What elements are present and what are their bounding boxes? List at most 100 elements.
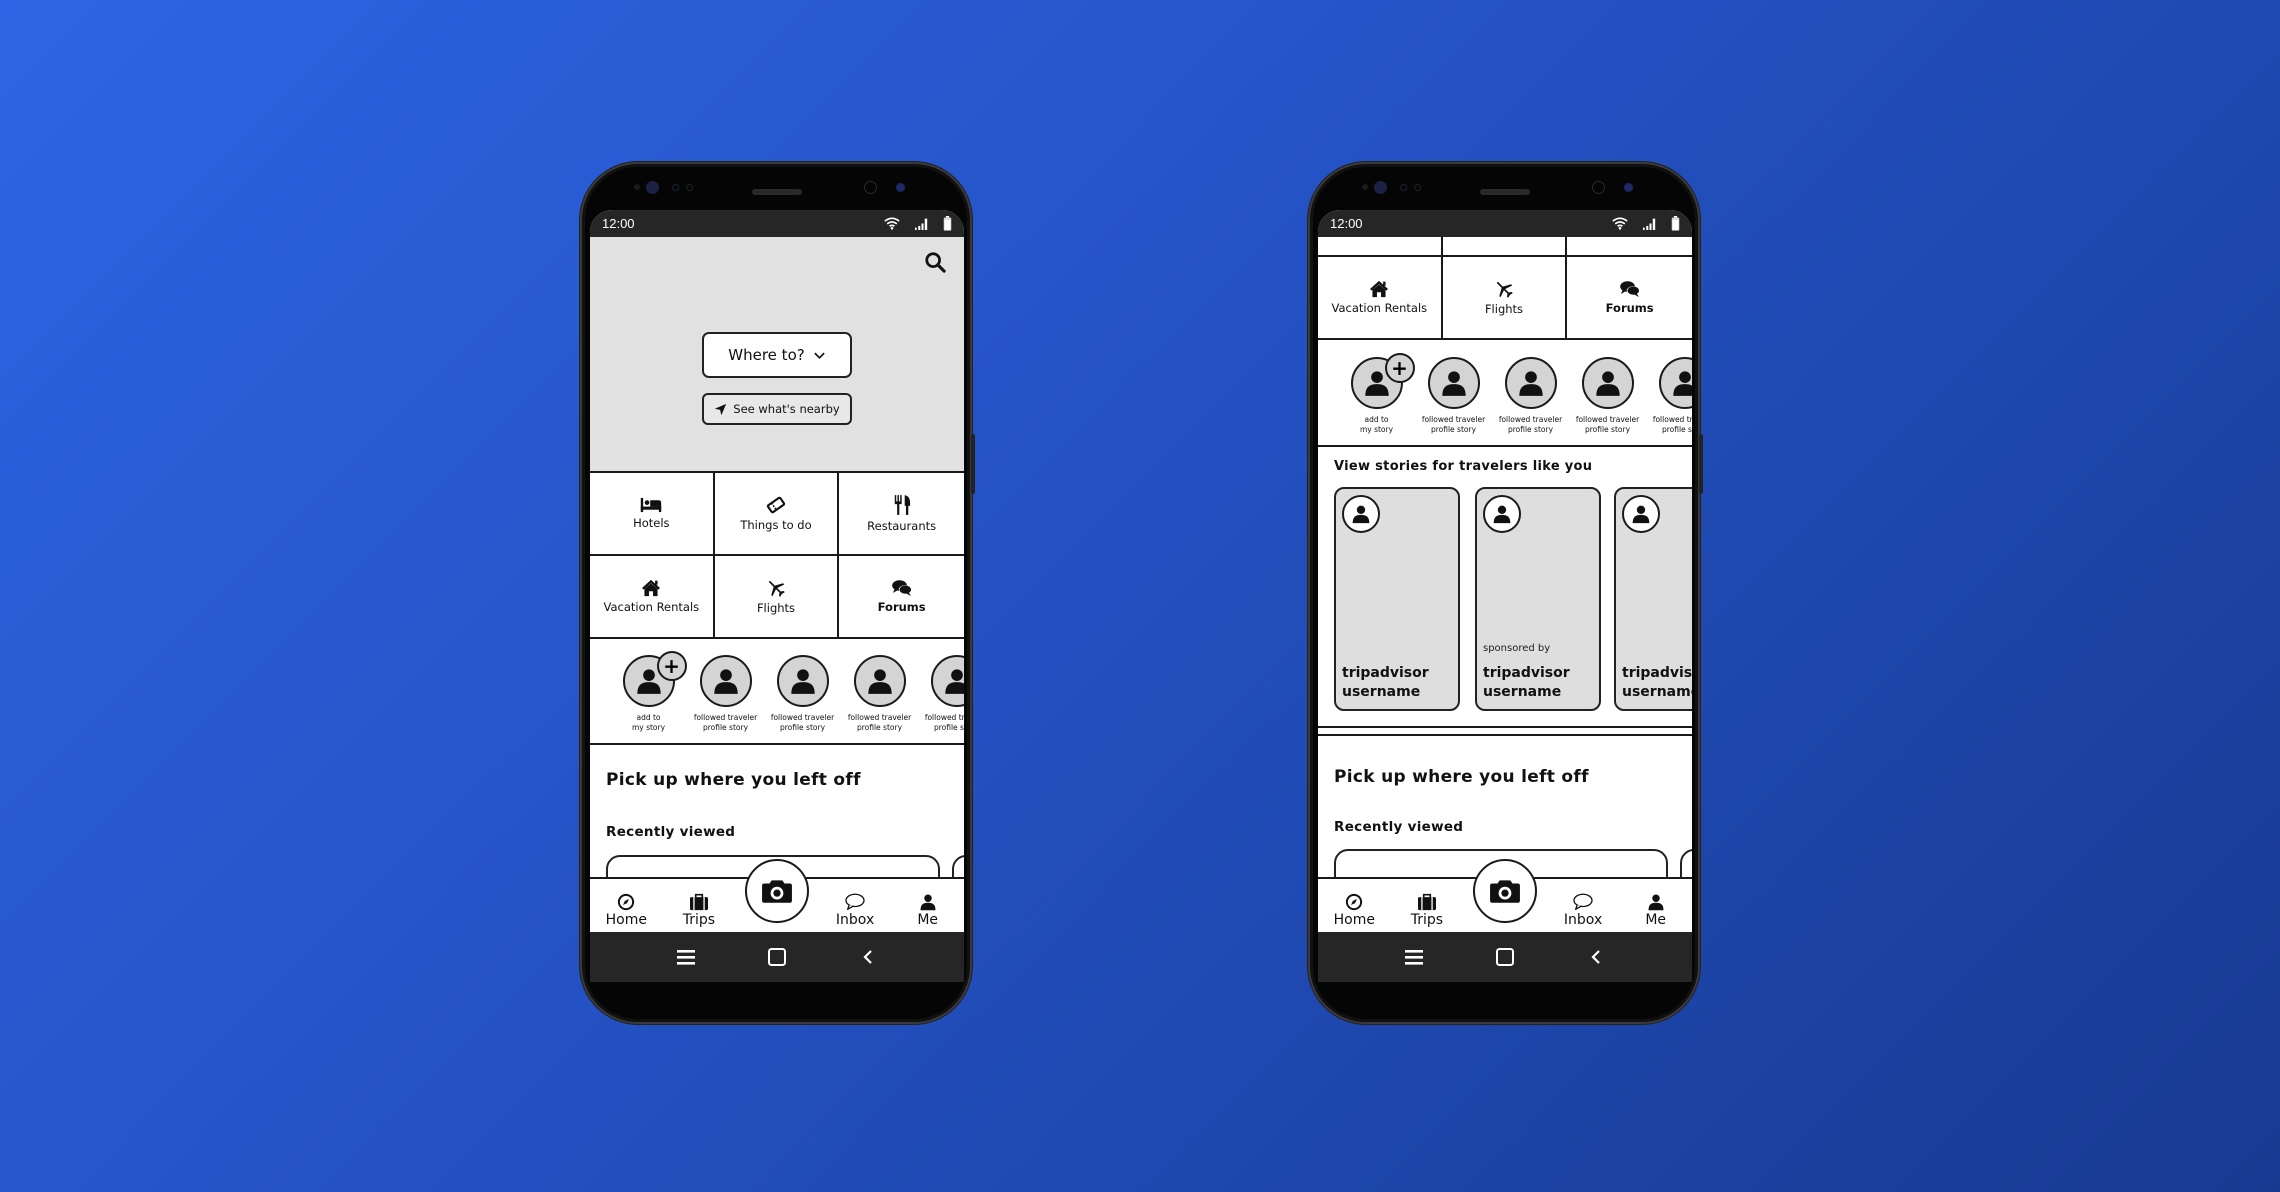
tab-home[interactable]: Home	[1318, 893, 1391, 928]
see-nearby-button[interactable]: See what's nearby	[702, 393, 852, 425]
avatar	[930, 655, 965, 707]
wifi-icon	[1612, 217, 1628, 230]
category-flights[interactable]: Flights	[1442, 257, 1568, 340]
category-vacation-rentals[interactable]: Vacation Rentals	[1318, 257, 1443, 340]
pick-up-heading: Pick up where you left off	[1334, 767, 1589, 787]
chevron-down-icon	[813, 350, 826, 360]
back-button[interactable]	[1581, 942, 1611, 972]
phone-notch	[582, 176, 970, 204]
recently-viewed-card[interactable]	[1680, 849, 1692, 877]
person-icon	[712, 667, 740, 695]
camera-icon	[761, 878, 793, 904]
tab-inbox[interactable]: Inbox	[1547, 893, 1620, 928]
where-to-dropdown[interactable]: Where to?	[702, 332, 852, 378]
recent-apps-button[interactable]	[1399, 942, 1429, 972]
iris-camera-icon	[864, 181, 877, 194]
pick-up-heading: Pick up where you left off	[606, 770, 861, 790]
home-square-icon	[1495, 947, 1515, 967]
add-story-button[interactable]: + add to my story	[610, 651, 687, 743]
tab-trips[interactable]: Trips	[663, 893, 736, 928]
front-camera-icon	[1374, 181, 1387, 194]
front-camera-icon	[646, 181, 659, 194]
traveler-story-card[interactable]: tripadvisor username	[1334, 487, 1460, 711]
category-forums[interactable]: Forums	[839, 556, 964, 639]
camera-button[interactable]	[745, 859, 809, 923]
bed-icon	[640, 497, 662, 513]
category-label: Vacation Rentals	[1331, 301, 1428, 315]
story-username: tripadvisor username	[1342, 664, 1429, 701]
search-button[interactable]	[924, 251, 950, 277]
phone-screen: 12:00 Where to? See what's nearby Hotels…	[590, 210, 964, 982]
sensor-icon	[686, 184, 693, 191]
tab-trips[interactable]: Trips	[1391, 893, 1464, 928]
story-item[interactable]: followed traveler profile story	[1492, 357, 1569, 445]
add-story-button[interactable]: + add to my story	[1338, 353, 1415, 445]
suitcase-icon	[689, 893, 709, 911]
phone-mockup-right: 12:00 Vacation Rentals Flights Forums + …	[1308, 162, 1703, 1024]
chat-bubbles-icon	[891, 579, 913, 597]
category-forums[interactable]: Forums	[1567, 257, 1692, 340]
speaker-grille	[752, 189, 802, 195]
category-restaurants[interactable]	[1567, 237, 1692, 257]
chat-icon	[844, 893, 866, 911]
tab-label: Home	[1333, 912, 1375, 928]
person-icon	[919, 893, 937, 911]
category-things-to-do[interactable]: Things to do	[714, 473, 840, 556]
plane-icon	[766, 578, 786, 598]
recently-viewed-heading: Recently viewed	[1334, 819, 1464, 835]
plus-icon: +	[656, 651, 687, 681]
story-item[interactable]: followed traveler profile story	[1415, 357, 1492, 445]
battery-icon	[1671, 216, 1680, 231]
chat-icon	[1572, 893, 1594, 911]
house-icon	[1369, 280, 1389, 298]
story-label: followed traveler profile story	[1421, 415, 1486, 435]
person-icon	[943, 667, 965, 695]
story-item[interactable]: followed traveler profile story	[841, 655, 918, 743]
section-divider	[1318, 734, 1692, 736]
plane-icon	[1494, 279, 1514, 299]
back-button[interactable]	[853, 942, 883, 972]
category-hotels[interactable]: Hotels	[590, 473, 715, 556]
iris-camera-icon	[1592, 181, 1605, 194]
sensor-icon	[634, 184, 640, 190]
category-things-to-do[interactable]	[1442, 237, 1568, 257]
recently-viewed-heading: Recently viewed	[606, 824, 736, 840]
status-time: 12:00	[1330, 216, 1363, 231]
home-button[interactable]	[762, 942, 792, 972]
back-icon	[858, 947, 878, 967]
category-label: Forums	[877, 600, 926, 614]
story-item[interactable]: followed traveler profile story	[1569, 357, 1646, 445]
sensor-icon	[1414, 184, 1421, 191]
tab-me[interactable]: Me	[1619, 893, 1692, 928]
category-restaurants[interactable]: Restaurants	[839, 473, 964, 556]
story-username: tripadvisor username	[1483, 664, 1570, 701]
story-item[interactable]: followed traveler profile story	[687, 655, 764, 743]
tab-label: Home	[605, 912, 647, 928]
camera-button[interactable]	[1473, 859, 1537, 923]
story-label: followed traveler profile story	[924, 713, 964, 733]
story-item[interactable]: followed traveler profile story	[1646, 357, 1692, 445]
tab-label: Inbox	[835, 912, 875, 928]
tab-me[interactable]: Me	[891, 893, 964, 928]
recent-apps-button[interactable]	[671, 942, 701, 972]
traveler-story-card[interactable]: tripadvisor username	[1614, 487, 1692, 711]
recently-viewed-card[interactable]	[952, 855, 964, 877]
home-button[interactable]	[1490, 942, 1520, 972]
signal-icon	[1642, 217, 1657, 230]
person-icon	[1631, 504, 1651, 524]
bottom-tab-bar: Home Trips Inbox Me	[590, 859, 964, 932]
category-vacation-rentals[interactable]: Vacation Rentals	[590, 556, 715, 639]
tab-label: Me	[917, 912, 939, 928]
traveler-story-card-sponsored[interactable]: sponsored by tripadvisor username	[1475, 487, 1601, 711]
tab-home[interactable]: Home	[590, 893, 663, 928]
story-item[interactable]: followed traveler profile story	[918, 655, 964, 743]
tab-inbox[interactable]: Inbox	[819, 893, 892, 928]
search-icon	[924, 251, 946, 273]
tab-label: Me	[1645, 912, 1667, 928]
phone-notch	[1310, 176, 1698, 204]
category-flights[interactable]: Flights	[714, 556, 840, 639]
person-icon	[866, 667, 894, 695]
side-button	[971, 434, 975, 494]
category-hotels[interactable]	[1318, 237, 1443, 257]
story-item[interactable]: followed traveler profile story	[764, 655, 841, 743]
